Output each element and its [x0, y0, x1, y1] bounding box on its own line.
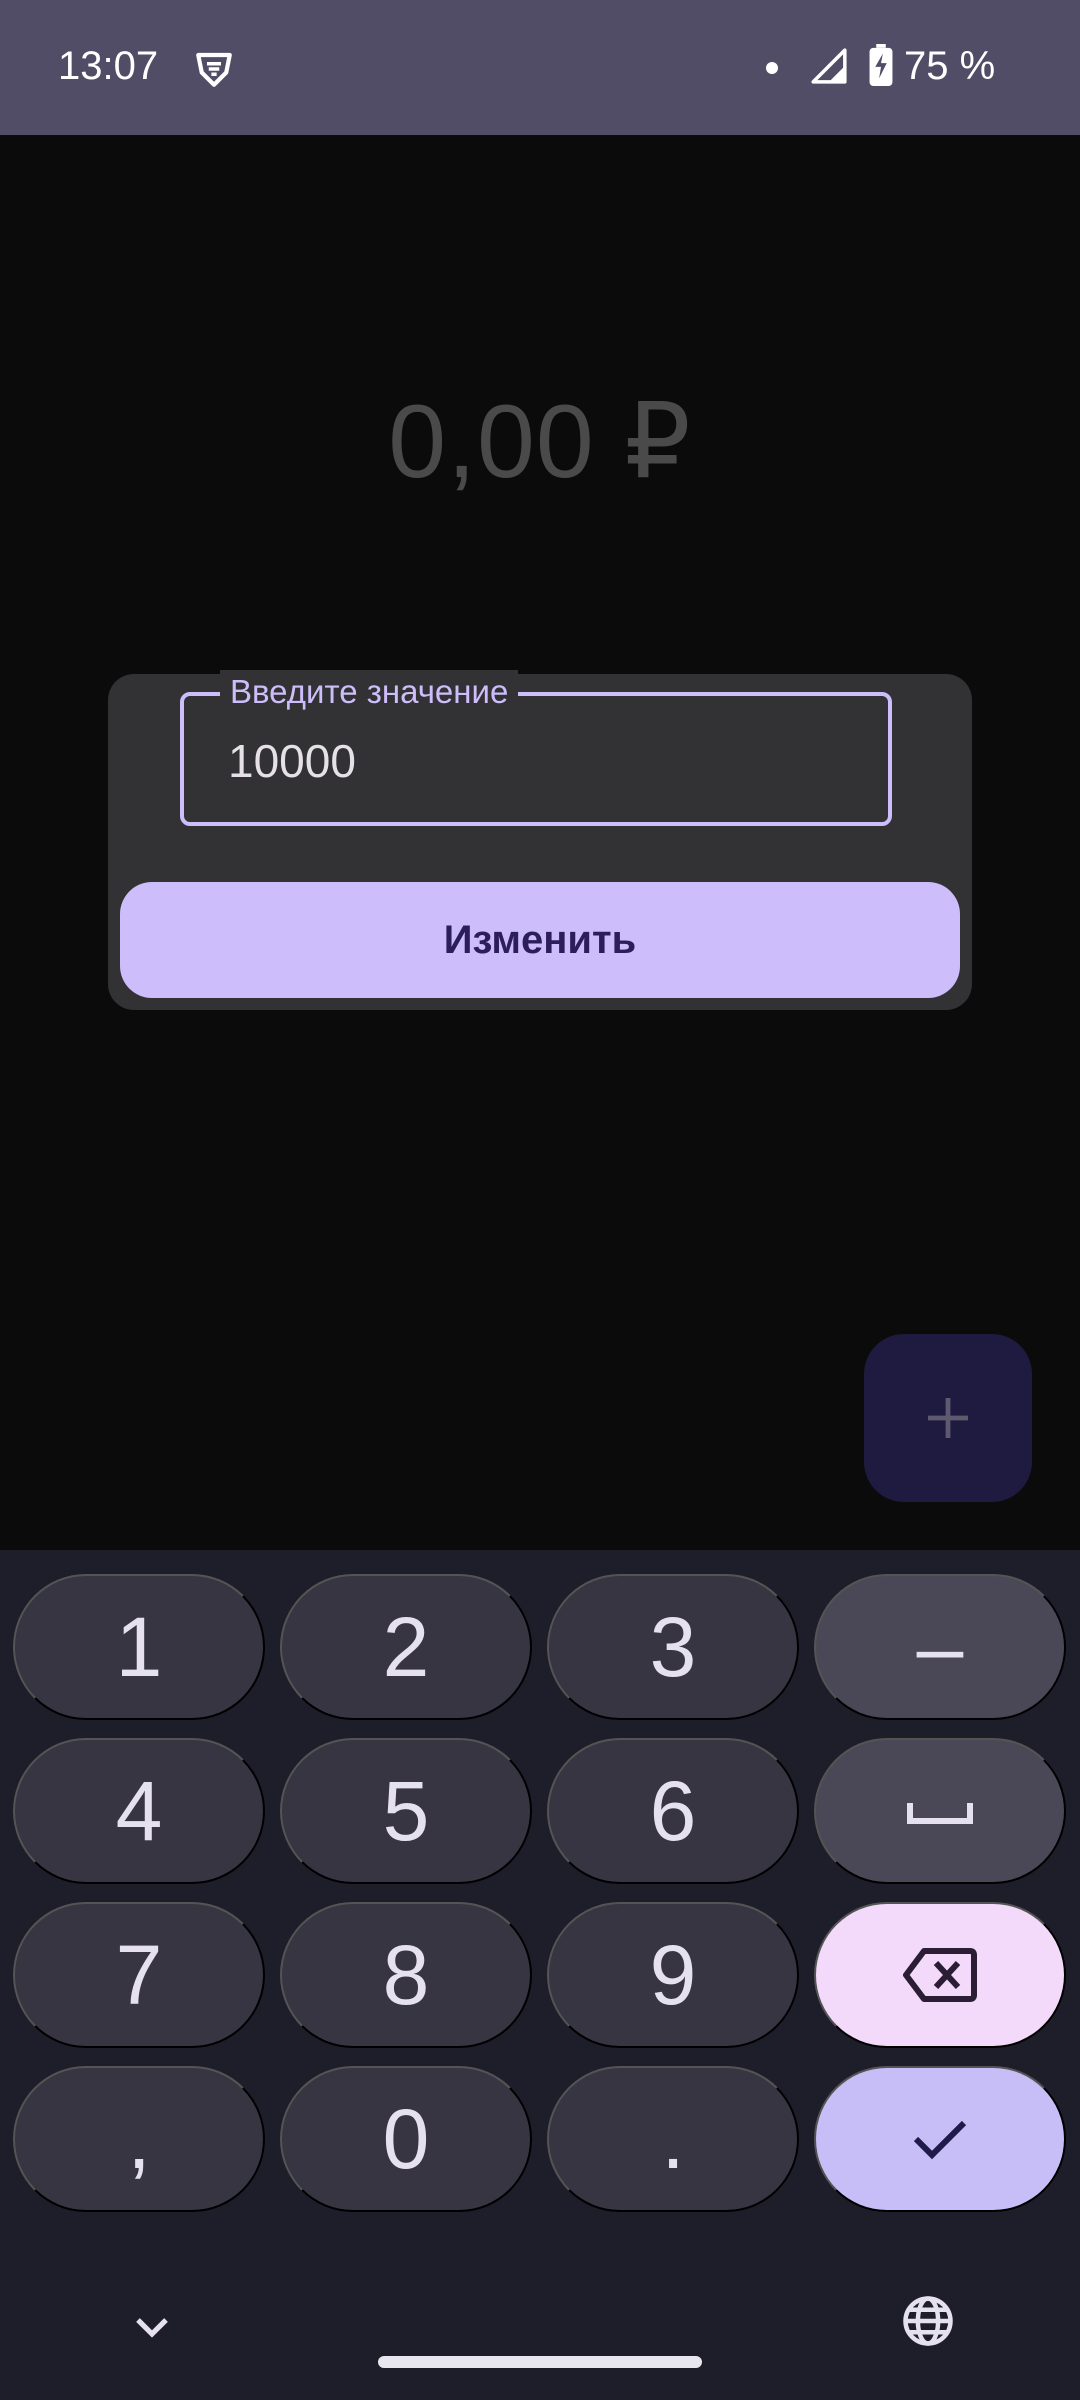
signal-icon: [811, 48, 847, 84]
globe-icon[interactable]: [901, 2294, 955, 2348]
backspace-icon: [903, 1948, 977, 2002]
key-2[interactable]: 2: [280, 1574, 532, 1720]
space-icon: [907, 1803, 973, 1824]
key-6[interactable]: 6: [547, 1738, 799, 1884]
key-0[interactable]: 0: [280, 2066, 532, 2212]
value-input[interactable]: Введите значение 10000: [180, 670, 892, 826]
change-button[interactable]: Изменить: [120, 882, 960, 998]
battery-charging-icon: [869, 44, 893, 86]
key-comma[interactable]: ,: [13, 2066, 265, 2212]
plus-icon: [928, 1398, 968, 1438]
key-5[interactable]: 5: [280, 1738, 532, 1884]
notification-dot: [766, 62, 778, 74]
vpn-icon: [196, 52, 232, 87]
key-8[interactable]: 8: [280, 1902, 532, 2048]
key-9[interactable]: 9: [547, 1902, 799, 2048]
add-button[interactable]: [864, 1334, 1032, 1502]
key-4[interactable]: 4: [13, 1738, 265, 1884]
check-icon: [913, 2120, 967, 2160]
status-time: 13:07: [58, 44, 159, 88]
edit-value-dialog: Введите значение 10000 Изменить: [108, 670, 972, 1010]
home-indicator[interactable]: [378, 2356, 702, 2368]
key-7[interactable]: 7: [13, 1902, 265, 2048]
key-dot[interactable]: .: [547, 2066, 799, 2212]
numeric-keyboard: 1 2 3 – 4 5 6 7 8 9 , 0 .: [0, 1550, 1080, 2400]
value-input-label: Введите значение: [220, 670, 519, 714]
battery-percent: 75 %: [904, 44, 996, 88]
value-input-text[interactable]: 10000: [228, 734, 356, 788]
balance-amount: 0,00 ₽: [388, 384, 692, 500]
key-backspace[interactable]: [814, 1902, 1066, 2048]
status-bar: 13:07 75 %: [0, 0, 1080, 135]
chevron-down-icon[interactable]: [128, 2304, 176, 2352]
key-minus[interactable]: –: [814, 1574, 1066, 1720]
key-space[interactable]: [814, 1738, 1066, 1884]
key-3[interactable]: 3: [547, 1574, 799, 1720]
key-1[interactable]: 1: [13, 1574, 265, 1720]
key-done[interactable]: [814, 2066, 1066, 2212]
